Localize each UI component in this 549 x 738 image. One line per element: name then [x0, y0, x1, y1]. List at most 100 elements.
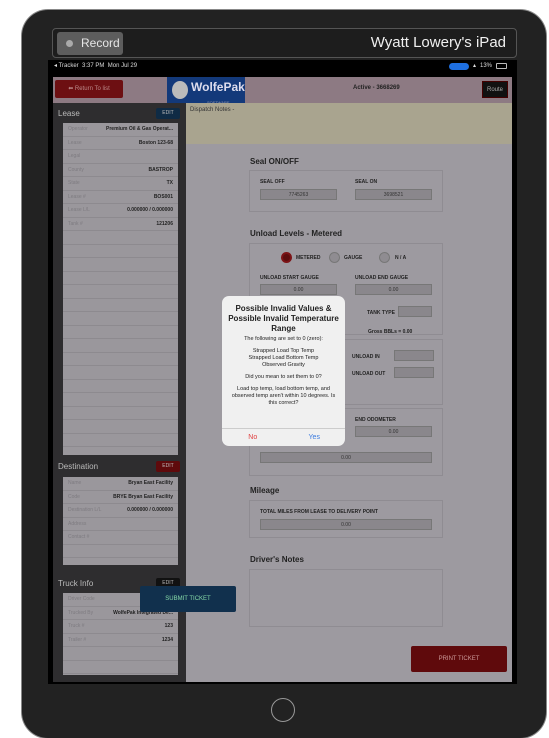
info-key: Code	[68, 493, 80, 500]
dialog-no-button[interactable]: No	[222, 429, 284, 446]
destination-edit-button[interactable]: EDIT	[156, 461, 180, 472]
info-value: Premium Oil & Gas Operat...	[106, 126, 173, 133]
unload-end-label: UNLOAD END GAUGE	[355, 275, 409, 281]
info-row	[63, 353, 178, 366]
device-name: Wyatt Lowery's iPad	[370, 34, 506, 51]
record-label: Record	[81, 36, 120, 50]
radio-gauge[interactable]	[329, 252, 340, 263]
info-key: Lease L/L	[68, 207, 90, 214]
wolfepak-logo: WolfePakSOFTWARE	[167, 77, 245, 105]
info-key: Address	[68, 520, 87, 527]
dialog-yes-button[interactable]: Yes	[284, 429, 346, 446]
print-ticket-button[interactable]: PRINT TICKET	[411, 646, 507, 672]
info-row	[63, 326, 178, 339]
drivers-notes-input[interactable]	[249, 569, 443, 627]
info-key: Legal	[68, 153, 81, 160]
end-odometer-label: END ODOMETER	[355, 417, 396, 423]
info-row	[63, 299, 178, 312]
dialog-question: Did you mean to set them to 0?	[245, 374, 322, 380]
info-row	[63, 380, 178, 393]
home-button[interactable]	[271, 698, 295, 722]
info-key: Tank #	[68, 220, 83, 227]
info-row	[63, 272, 178, 285]
lease-heading: Lease	[58, 109, 80, 118]
record-dot-icon	[66, 40, 73, 47]
seal-on-label: SEAL ON	[355, 179, 378, 185]
record-button[interactable]: Record	[57, 32, 123, 55]
mileage-heading: Mileage	[250, 486, 280, 495]
info-key: County	[68, 166, 84, 173]
info-value: Bryan East Facility	[128, 480, 173, 487]
info-row	[63, 285, 178, 299]
seal-off-label: SEAL OFF	[260, 179, 285, 185]
radio-metered[interactable]	[281, 252, 292, 263]
info-key: Trucked By	[68, 609, 94, 616]
lease-edit-button[interactable]: EDIT	[156, 108, 180, 119]
route-button[interactable]: Route	[482, 81, 508, 98]
info-value: 0.000000 / 0.000000	[127, 207, 173, 214]
total-mileage-input[interactable]: 0.00	[260, 452, 432, 463]
unload-end-input[interactable]: 0.00	[355, 284, 432, 295]
truck-heading: Truck Info	[58, 579, 94, 588]
destination-heading: Destination	[58, 462, 99, 471]
seal-off-input[interactable]: 7745263	[260, 189, 337, 200]
dialog-note: Load top temp, load bottom temp, and obs…	[231, 386, 336, 406]
info-row: State TX	[63, 177, 178, 191]
tank-type-input[interactable]	[398, 306, 432, 317]
info-row: Operator Premium Oil & Gas Operat...	[63, 123, 178, 137]
unload-out-label: UNLOAD OUT	[352, 371, 386, 377]
return-to-list-button[interactable]: ⬅ Return To list	[55, 80, 123, 98]
info-key: Driver Code	[68, 596, 95, 603]
info-row	[63, 245, 178, 258]
info-key: Contact #	[68, 534, 90, 541]
info-row	[63, 647, 178, 661]
info-row: Truck # 123	[63, 620, 178, 634]
unload-start-label: UNLOAD START GAUGE	[260, 275, 319, 281]
info-value: 1234	[161, 636, 173, 643]
info-key: Name	[68, 480, 82, 487]
drivers-notes-heading: Driver's Notes	[250, 555, 304, 564]
status-bar: ◂ Tracker 3:37 PM Mon Jul 29 ▴ 13%	[48, 60, 517, 74]
info-key: Destination L/L	[68, 507, 102, 514]
info-row	[63, 231, 178, 245]
unload-in-input[interactable]	[394, 350, 434, 361]
info-key: Truck #	[68, 623, 85, 630]
info-row: Contact #	[63, 531, 178, 545]
status-time: 3:37 PM	[82, 63, 105, 69]
info-value: TX	[166, 180, 173, 187]
info-row: Lease Boston 123-68	[63, 137, 178, 150]
submit-ticket-button[interactable]: SUBMIT TICKET	[140, 586, 236, 612]
logo-text: WolfePak	[191, 80, 245, 94]
info-key: Lease	[68, 139, 82, 146]
info-key: Operator	[68, 126, 88, 133]
destination-card: Name Bryan East Facility Code BRYE Bryan Ea…	[63, 477, 178, 565]
info-value: BASTROP	[148, 166, 173, 173]
unload-heading: Unload Levels - Metered	[250, 229, 343, 238]
info-row: Lease L/L 0.000000 / 0.000000	[63, 204, 178, 218]
tank-type-label: TANK TYPE	[367, 310, 395, 316]
info-value: 121206	[156, 220, 173, 227]
gross-value: 0.00	[402, 329, 413, 335]
seal-box: SEAL OFF 7745263 SEAL ON 3698521	[249, 170, 443, 212]
info-row: Destination L/L 0.000000 / 0.000000	[63, 504, 178, 518]
total-miles-input[interactable]: 0.00	[260, 519, 432, 530]
info-row: Legal	[63, 150, 178, 164]
info-row	[63, 258, 178, 272]
unload-start-input[interactable]: 0.00	[260, 284, 337, 295]
lease-card: Operator Premium Oil & Gas Operat... Lease…	[63, 123, 178, 455]
info-value: 0.000000 / 0.000000	[127, 507, 173, 514]
invalid-values-dialog: Possible Invalid Values & Possible Inval…	[222, 296, 345, 446]
info-key: Trailer #	[68, 636, 87, 643]
seal-on-input[interactable]: 3698521	[355, 189, 432, 200]
back-app[interactable]: ◂ Tracker	[54, 63, 79, 69]
dialog-buttons: No Yes	[222, 428, 345, 446]
radio-na[interactable]	[379, 252, 390, 263]
info-value: Boston 123-68	[138, 139, 173, 146]
info-row	[63, 366, 178, 380]
dialog-item: Strapped Load Top Temp	[252, 348, 315, 354]
return-label: Return To list	[74, 86, 110, 92]
unload-out-input[interactable]	[394, 367, 434, 378]
info-row: Trailer # 1234	[63, 634, 178, 647]
top-bar: ⬅ Return To list WolfePakSOFTWARE Active…	[53, 77, 512, 105]
end-odometer-input[interactable]: 0.00	[355, 426, 432, 437]
